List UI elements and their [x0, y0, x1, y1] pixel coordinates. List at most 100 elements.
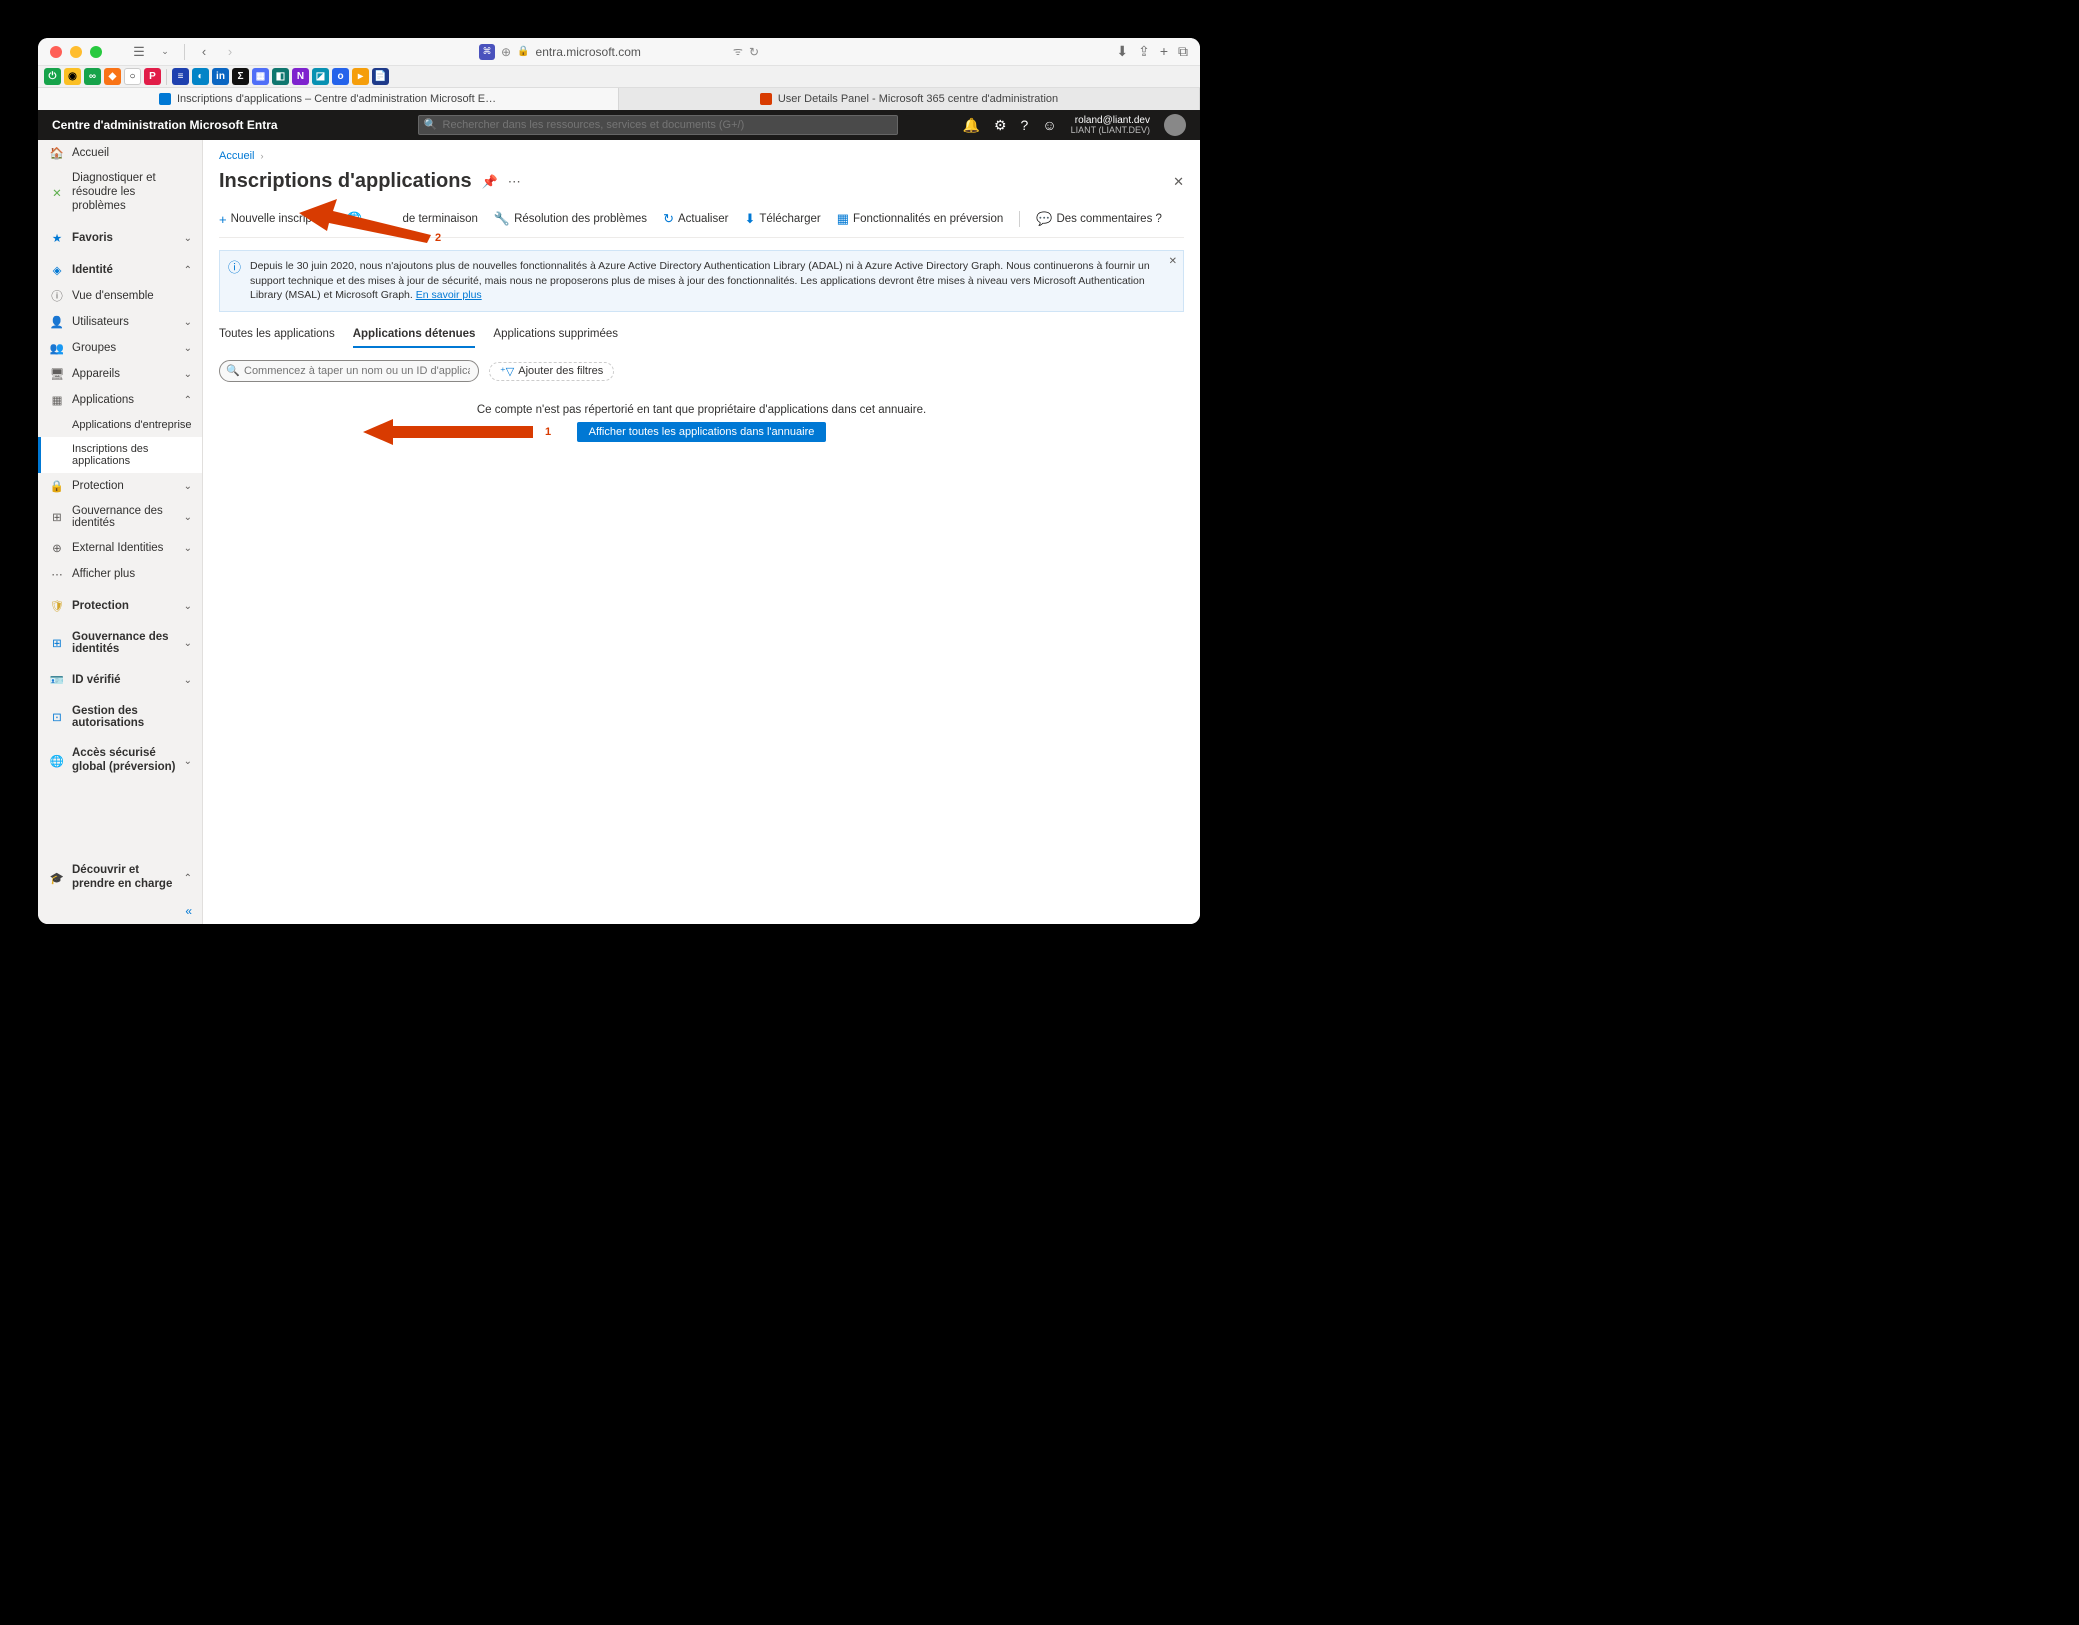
new-tab-icon[interactable]: +	[1160, 43, 1168, 60]
sidebar-item-home[interactable]: 🏠Accueil	[38, 140, 202, 166]
chevron-down-icon: ⌄	[184, 343, 192, 354]
preview-features-button[interactable]: ▦Fonctionnalités en préversion	[837, 211, 1004, 227]
pin-icon[interactable]: 📌	[482, 174, 498, 190]
share-icon[interactable]: ⇪	[1138, 43, 1150, 60]
address-bar-url[interactable]: entra.microsoft.com	[536, 45, 641, 59]
bookmark-icon[interactable]: o	[332, 68, 349, 85]
bookmark-icon[interactable]: ○	[124, 68, 141, 85]
governance-icon: ⊞	[50, 636, 64, 650]
bookmark-icon[interactable]: 📄	[372, 68, 389, 85]
tab-owned-apps[interactable]: Applications détenues	[353, 328, 476, 348]
wrench-icon: 🔧	[494, 211, 510, 227]
bookmark-icon[interactable]: ◐	[192, 68, 209, 85]
troubleshoot-button[interactable]: 🔧Résolution des problèmes	[494, 211, 647, 227]
download-button[interactable]: ⬇Télécharger	[744, 211, 820, 227]
tab-all-apps[interactable]: Toutes les applications	[219, 328, 335, 348]
browser-tab[interactable]: User Details Panel - Microsoft 365 centr…	[619, 88, 1200, 110]
bookmark-icon[interactable]: ≡	[172, 68, 189, 85]
sidebar-item-favorites[interactable]: ★Favoris⌄	[38, 225, 202, 251]
shield-icon[interactable]: ⊕	[501, 45, 511, 59]
chevron-down-icon: ⌄	[184, 369, 192, 380]
bookmark-icon[interactable]: ◆	[104, 68, 121, 85]
portal-search[interactable]: 🔍	[418, 115, 898, 135]
mac-titlebar: ☰ ⌄ ‹ › ⌘ ⊕ 🔒 entra.microsoft.com ᯤ ↻ ⬇ …	[38, 38, 1200, 66]
avatar[interactable]	[1164, 114, 1186, 136]
sidebar-item-show-more[interactable]: ⋯Afficher plus	[38, 561, 202, 587]
sidebar-item-identity[interactable]: ◈Identité⌃	[38, 257, 202, 283]
sidebar-item-overview[interactable]: ⓘVue d'ensemble	[38, 283, 202, 309]
chevron-down-icon[interactable]: ⌄	[156, 43, 174, 61]
sidebar-item-users[interactable]: 👤Utilisateurs⌄	[38, 309, 202, 335]
sidebar-item-enterprise-apps[interactable]: Applications d'entreprise	[38, 413, 202, 437]
tab-deleted-apps[interactable]: Applications supprimées	[493, 328, 618, 348]
chevron-down-icon: ⌄	[184, 601, 192, 612]
more-icon[interactable]: ⋯	[508, 174, 521, 190]
show-all-apps-button[interactable]: Afficher toutes les applications dans l'…	[577, 422, 827, 442]
shield-icon: 🛡	[50, 599, 64, 613]
search-input[interactable]	[418, 115, 898, 135]
bookmark-icon[interactable]: ▸	[352, 68, 369, 85]
bookmark-icon[interactable]: ∞	[84, 68, 101, 85]
bookmark-icon[interactable]: ◪	[312, 68, 329, 85]
sidebar-item-protection[interactable]: 🔒Protection⌄	[38, 473, 202, 499]
maximize-window-button[interactable]	[90, 46, 102, 58]
help-icon[interactable]: ?	[1021, 117, 1029, 133]
portal-title[interactable]: Centre d'administration Microsoft Entra	[52, 118, 278, 132]
sidebar-item-governance[interactable]: ⊞Gouvernance des identités⌄	[38, 499, 202, 535]
bookmark-icon[interactable]: in	[212, 68, 229, 85]
chevron-down-icon: ⌄	[184, 233, 192, 244]
bookmark-icon[interactable]: Σ	[232, 68, 249, 85]
back-button[interactable]: ‹	[195, 43, 213, 61]
endpoints-button[interactable]: 🌐Points de terminaison	[346, 211, 478, 227]
reader-icon[interactable]: ᯤ	[733, 44, 743, 59]
sidebar-item-app-registrations[interactable]: Inscriptions des applications	[38, 437, 202, 473]
sidebar-item-groups[interactable]: 👥Groupes⌄	[38, 335, 202, 361]
bookmark-icon[interactable]: ▦	[252, 68, 269, 85]
settings-icon[interactable]: ⚙	[994, 117, 1007, 134]
downloads-icon[interactable]: ⬇	[1116, 43, 1128, 60]
sidebar-item-devices[interactable]: 🖥Appareils⌄	[38, 361, 202, 387]
collapse-sidebar-button[interactable]: «	[38, 898, 202, 924]
notifications-icon[interactable]: 🔔	[963, 117, 980, 134]
refresh-button[interactable]: ↻Actualiser	[663, 211, 728, 227]
portal-header: Centre d'administration Microsoft Entra …	[38, 110, 1200, 140]
browser-tab-active[interactable]: Inscriptions d'applications – Centre d'a…	[38, 88, 619, 110]
feedback-icon[interactable]: ☺	[1042, 117, 1056, 133]
sidebar-item-diagnose[interactable]: ✕Diagnostiquer et résoudre les problèmes	[38, 166, 202, 219]
bookmarks-bar: ⏻ ◉ ∞ ◆ ○ P ≡ ◐ in Σ ▦ ◧ N ◪ o ▸ 📄	[38, 66, 1200, 88]
learn-icon: 🎓	[50, 871, 64, 885]
new-registration-button[interactable]: +Nouvelle inscription	[219, 212, 330, 227]
sidebar-item-applications[interactable]: ▦Applications⌃	[38, 387, 202, 413]
feedback-button[interactable]: 💬Des commentaires ?	[1036, 211, 1162, 227]
sidebar-item-protection2[interactable]: 🛡Protection⌄	[38, 593, 202, 619]
filter-input[interactable]	[219, 360, 479, 382]
sidebar-item-verified-id[interactable]: 🪪ID vérifié⌄	[38, 667, 202, 693]
minimize-window-button[interactable]	[70, 46, 82, 58]
sidebar-item-governance2[interactable]: ⊞Gouvernance des identités⌄	[38, 625, 202, 661]
bookmark-icon[interactable]: P	[144, 68, 161, 85]
close-icon[interactable]: ✕	[1169, 255, 1177, 269]
bookmark-icon[interactable]: N	[292, 68, 309, 85]
user-menu[interactable]: roland@liant.dev LIANT (LIANT.DEV)	[1071, 115, 1150, 136]
close-icon[interactable]: ✕	[1173, 174, 1184, 190]
close-window-button[interactable]	[50, 46, 62, 58]
bookmark-icon[interactable]: ◧	[272, 68, 289, 85]
bookmark-icon[interactable]: ⏻	[44, 68, 61, 85]
banner-link[interactable]: En savoir plus	[416, 289, 482, 301]
sidebar-item-permissions[interactable]: ⊡Gestion des autorisations	[38, 699, 202, 735]
sidebar-toggle-icon[interactable]: ☰	[130, 43, 148, 61]
chevron-down-icon: ⌄	[184, 756, 192, 767]
add-filter-button[interactable]: ⁺▽Ajouter des filtres	[489, 362, 614, 381]
sidebar-item-global-secure[interactable]: 🌐Accès sécurisé global (préversion)⌄	[38, 741, 202, 781]
breadcrumb-home[interactable]: Accueil	[219, 150, 254, 162]
filter-input-wrapper: 🔍	[219, 360, 479, 382]
bookmark-icon[interactable]: ◉	[64, 68, 81, 85]
verified-icon: 🪪	[50, 673, 64, 687]
chevron-down-icon: ⌄	[184, 481, 192, 492]
tabs-icon[interactable]: ⧉	[1178, 43, 1188, 60]
sidebar-item-external-ids[interactable]: ⊕External Identities⌄	[38, 535, 202, 561]
reload-icon[interactable]: ↻	[749, 45, 759, 59]
forward-button[interactable]: ›	[221, 43, 239, 61]
chevron-up-icon: ⌃	[184, 395, 192, 406]
sidebar-item-learn[interactable]: 🎓Découvrir et prendre en charge⌃	[38, 858, 202, 898]
